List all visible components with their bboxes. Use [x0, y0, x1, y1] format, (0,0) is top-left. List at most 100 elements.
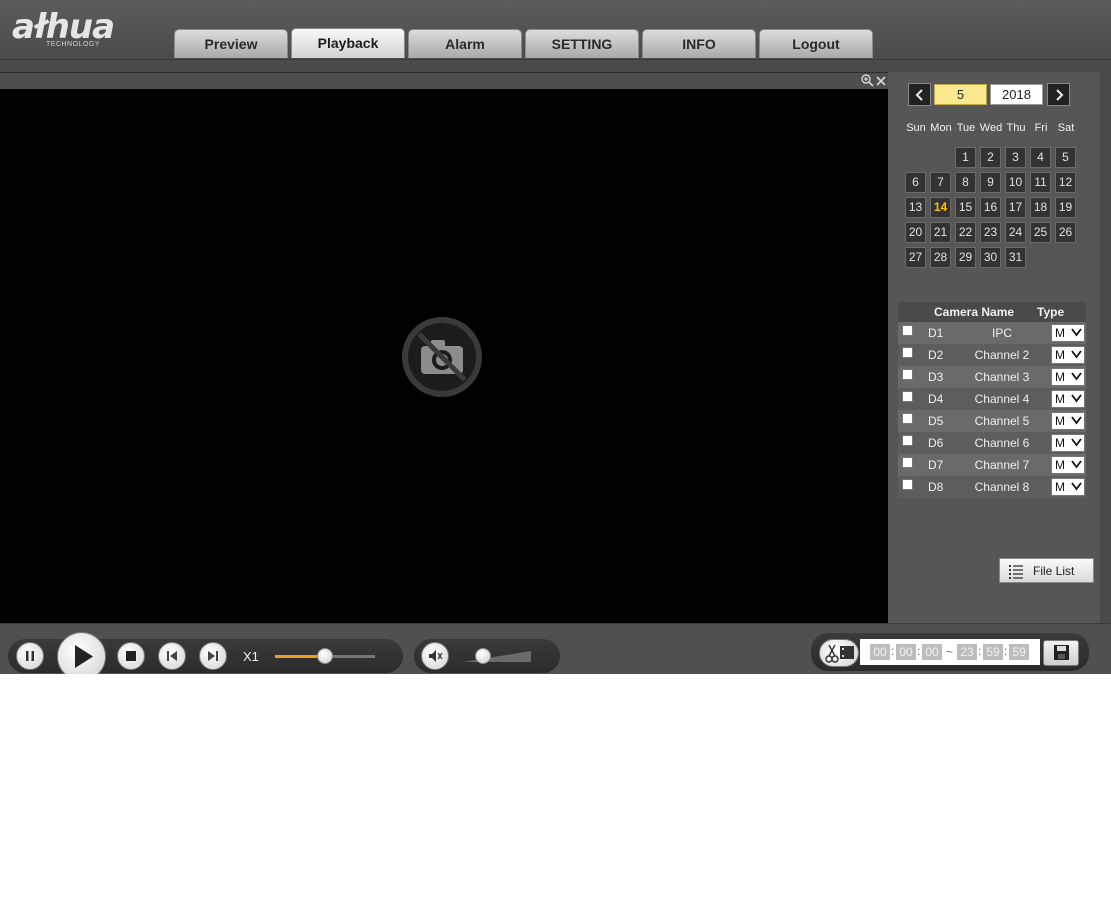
calendar-day[interactable]: 21: [930, 222, 951, 243]
camera-type-select[interactable]: M: [1051, 434, 1085, 452]
mute-button[interactable]: [421, 642, 449, 670]
calendar-day[interactable]: 3: [1005, 147, 1026, 168]
camera-type-value: M: [1055, 480, 1065, 494]
mute-icon: [429, 650, 443, 662]
playback-side-panel: 5 2018 Sun Mon Tue Wed Thu Fri Sat 12345…: [888, 72, 1100, 623]
calendar-day[interactable]: 5: [1055, 147, 1076, 168]
zoom-in-icon[interactable]: [860, 73, 874, 89]
calendar-day[interactable]: 27: [905, 247, 926, 268]
camera-row: D5 Channel 5 M: [898, 410, 1086, 432]
chevron-down-icon: [1071, 392, 1082, 407]
camera-checkbox[interactable]: [902, 391, 913, 402]
calendar-day[interactable]: 29: [955, 247, 976, 268]
end-minute-field[interactable]: 59: [983, 644, 1003, 660]
start-minute-field[interactable]: 00: [896, 644, 916, 660]
speed-slider-knob[interactable]: [317, 648, 333, 664]
close-icon[interactable]: [874, 73, 888, 89]
camera-type-value: M: [1055, 414, 1065, 428]
camera-checkbox[interactable]: [902, 435, 913, 446]
calendar-day[interactable]: 9: [980, 172, 1001, 193]
next-frame-button[interactable]: [199, 642, 227, 670]
calendar-day[interactable]: 31: [1005, 247, 1026, 268]
start-hour-field[interactable]: 00: [870, 644, 890, 660]
camera-checkbox[interactable]: [902, 457, 913, 468]
calendar-day[interactable]: 12: [1055, 172, 1076, 193]
calendar-day[interactable]: 30: [980, 247, 1001, 268]
calendar-day[interactable]: 7: [930, 172, 951, 193]
next-frame-icon: [208, 651, 218, 661]
calendar-day[interactable]: 19: [1055, 197, 1076, 218]
file-list-button[interactable]: File List: [999, 558, 1094, 583]
camera-type-select[interactable]: M: [1051, 456, 1085, 474]
previous-frame-button[interactable]: [158, 642, 186, 670]
camera-id: D8: [928, 480, 944, 494]
chevron-down-icon: [1071, 414, 1082, 429]
calendar-day[interactable]: 4: [1030, 147, 1051, 168]
camera-checkbox[interactable]: [902, 347, 913, 358]
calendar-day[interactable]: 13: [905, 197, 926, 218]
camera-type-select[interactable]: M: [1051, 324, 1085, 342]
calendar-day[interactable]: 8: [955, 172, 976, 193]
chevron-left-icon[interactable]: [908, 83, 931, 106]
calendar-day[interactable]: 24: [1005, 222, 1026, 243]
start-second-field[interactable]: 00: [922, 644, 942, 660]
camera-type-select[interactable]: M: [1051, 390, 1085, 408]
end-second-field[interactable]: 59: [1009, 644, 1029, 660]
camera-rows: D1 IPC M D2 Channel 2 M D3 Channel 3 M D4 Channel …: [898, 322, 1086, 498]
camera-checkbox[interactable]: [902, 413, 913, 424]
pause-button[interactable]: [16, 642, 44, 670]
calendar-day[interactable]: 23: [980, 222, 1001, 243]
tab-info[interactable]: INFO: [642, 29, 756, 58]
calendar-day[interactable]: 25: [1030, 222, 1051, 243]
calendar-day-today[interactable]: 14: [930, 197, 951, 218]
camera-row: D2 Channel 2 M: [898, 344, 1086, 366]
calendar-day[interactable]: 6: [905, 172, 926, 193]
end-hour-field[interactable]: 23: [957, 644, 977, 660]
calendar-day[interactable]: 28: [930, 247, 951, 268]
logo-subtitle: TECHNOLOGY: [46, 41, 101, 48]
calendar-day[interactable]: 11: [1030, 172, 1051, 193]
calendar-day[interactable]: 16: [980, 197, 1001, 218]
tab-setting[interactable]: SETTING: [525, 29, 639, 58]
video-viewport[interactable]: [0, 89, 888, 623]
save-button[interactable]: [1043, 640, 1079, 666]
weekday-label: Fri: [1034, 122, 1048, 134]
camera-name: Channel 8: [974, 480, 1030, 494]
month-field[interactable]: 5: [934, 84, 987, 105]
brand-logo: ałhua TECHNOLOGY: [12, 8, 162, 53]
calendar-day[interactable]: 1: [955, 147, 976, 168]
weekday-label: Tue: [956, 122, 976, 134]
camera-row: D7 Channel 7 M: [898, 454, 1086, 476]
stop-icon: [126, 651, 136, 661]
camera-name: Channel 4: [974, 392, 1030, 406]
range-separator: ~: [946, 645, 954, 659]
camera-type-select[interactable]: M: [1051, 368, 1085, 386]
tab-alarm[interactable]: Alarm: [408, 29, 522, 58]
volume-slider-track[interactable]: [463, 649, 533, 663]
calendar-day[interactable]: 22: [955, 222, 976, 243]
camera-table-header: Camera Name Type: [898, 302, 1086, 322]
camera-checkbox[interactable]: [902, 369, 913, 380]
calendar-day[interactable]: 15: [955, 197, 976, 218]
camera-type-select[interactable]: M: [1051, 412, 1085, 430]
calendar-day[interactable]: 2: [980, 147, 1001, 168]
tab-preview[interactable]: Preview: [174, 29, 288, 58]
calendar-day[interactable]: 18: [1030, 197, 1051, 218]
chevron-right-icon[interactable]: [1047, 83, 1070, 106]
calendar-day[interactable]: 17: [1005, 197, 1026, 218]
stop-button[interactable]: [117, 642, 145, 670]
year-field[interactable]: 2018: [990, 84, 1043, 105]
calendar-day[interactable]: 10: [1005, 172, 1026, 193]
tab-logout[interactable]: Logout: [759, 29, 873, 58]
tab-playback[interactable]: Playback: [291, 28, 405, 58]
calendar-day[interactable]: 20: [905, 222, 926, 243]
camera-checkbox[interactable]: [902, 325, 913, 336]
time-separator: :: [917, 644, 921, 658]
camera-name-header: Camera Name: [934, 305, 1015, 319]
camera-type-select[interactable]: M: [1051, 346, 1085, 364]
camera-checkbox[interactable]: [902, 479, 913, 490]
clip-button[interactable]: [819, 639, 859, 667]
play-button[interactable]: [57, 632, 106, 674]
calendar-day[interactable]: 26: [1055, 222, 1076, 243]
camera-type-select[interactable]: M: [1051, 478, 1085, 496]
